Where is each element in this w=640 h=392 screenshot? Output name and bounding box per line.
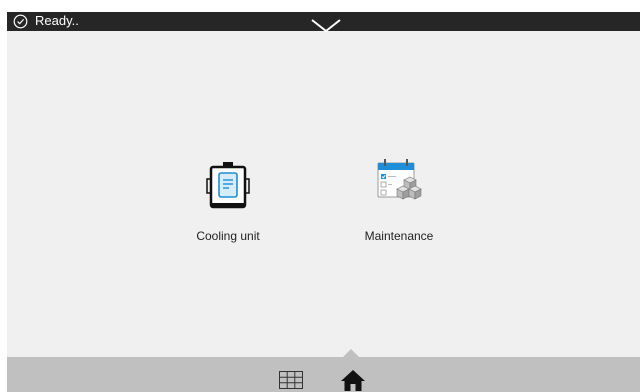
tile-label: Maintenance xyxy=(364,229,434,243)
clipboard-icon xyxy=(206,162,250,209)
tile-cooling-unit[interactable]: Cooling unit xyxy=(173,153,283,253)
home-icon[interactable] xyxy=(340,368,366,392)
bottom-nav-bar xyxy=(7,357,640,392)
main-area: Cooling unit Maintenance xyxy=(7,31,640,357)
tile-maintenance[interactable]: Maintenance xyxy=(344,153,454,253)
grid-icon[interactable] xyxy=(278,368,304,392)
active-nav-indicator xyxy=(343,349,359,357)
check-circle-icon xyxy=(13,14,28,29)
status-text: Ready.. xyxy=(35,13,79,28)
tile-label: Cooling unit xyxy=(196,229,260,243)
app-frame: Ready.. Cooling unit Maintenance xyxy=(7,12,640,392)
calendar-checklist-cubes-icon xyxy=(377,159,422,200)
